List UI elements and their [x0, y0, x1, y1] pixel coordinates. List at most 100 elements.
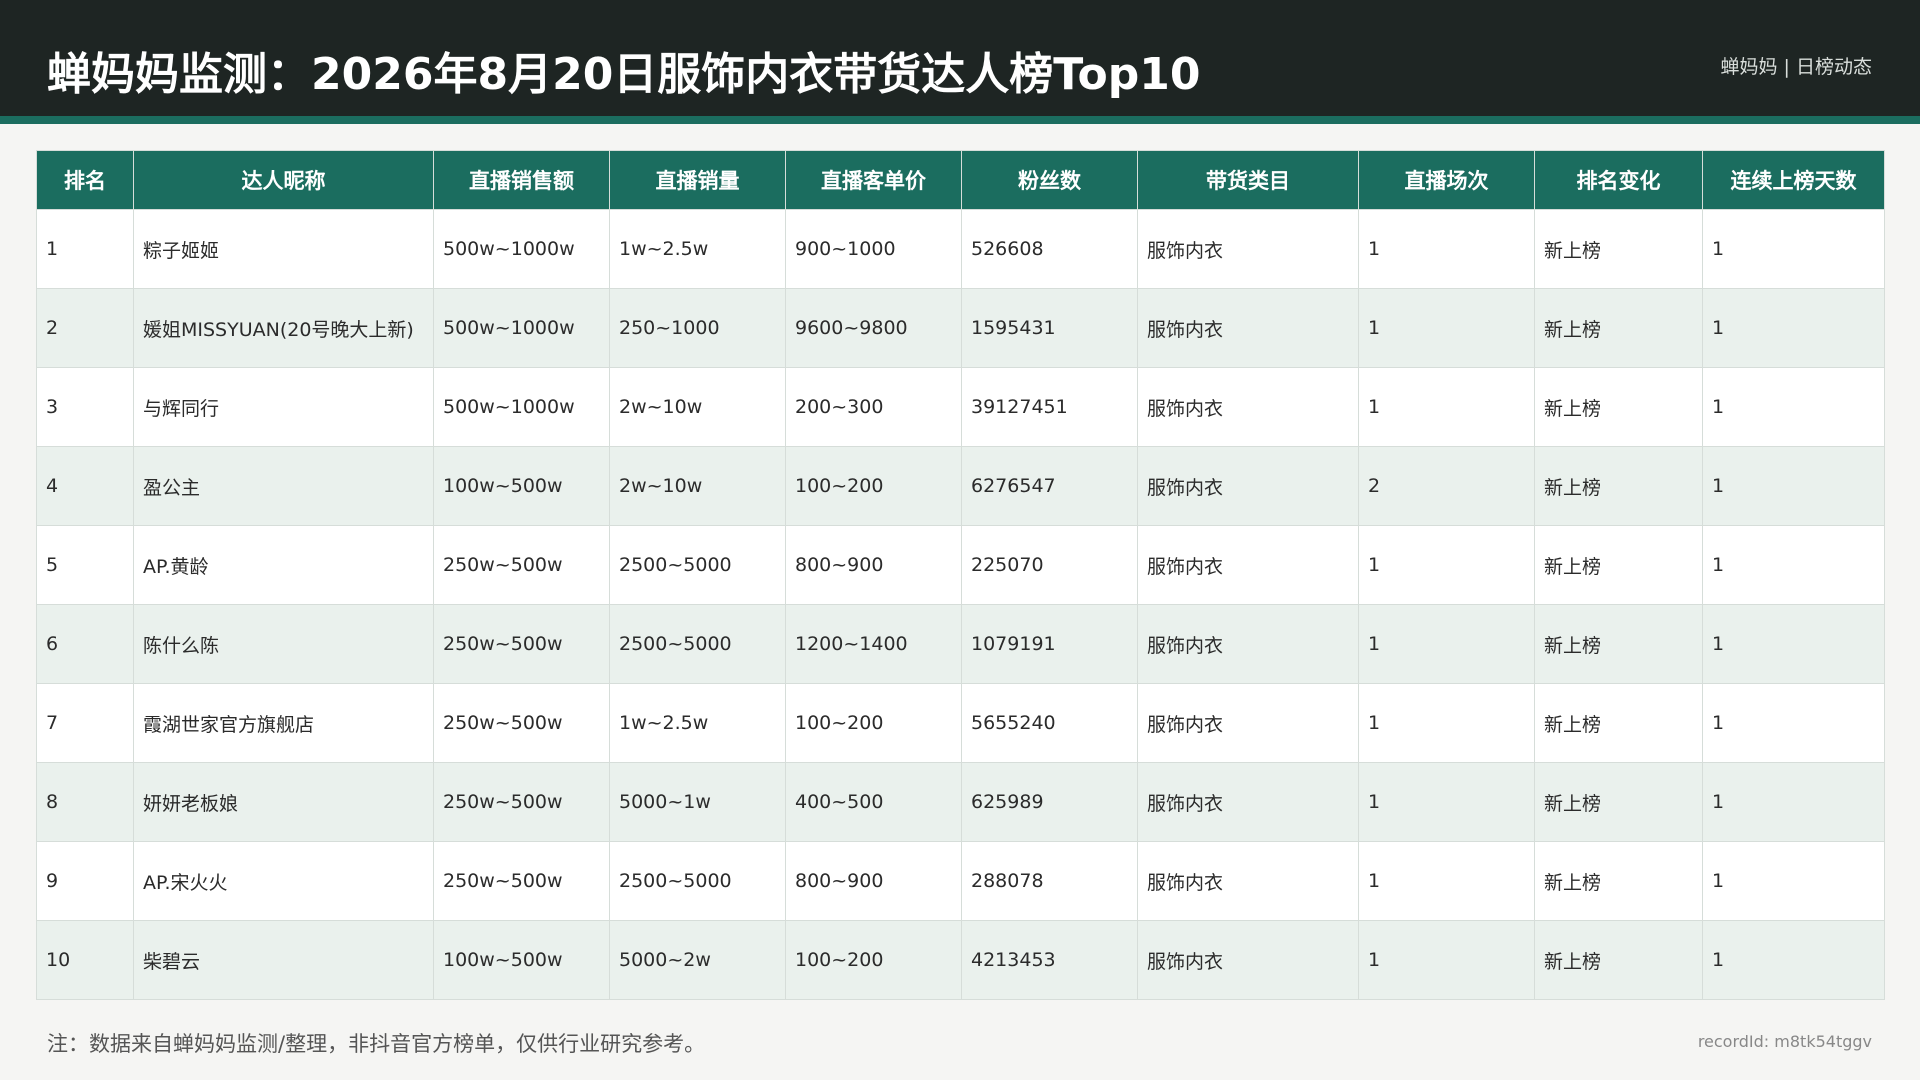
- table-cell: 7: [36, 683, 134, 763]
- table-cell: 3: [36, 367, 134, 447]
- column-header: 达人昵称: [133, 150, 434, 210]
- table-cell: 1: [1358, 920, 1535, 1000]
- column-header: 直播销售额: [433, 150, 610, 210]
- column-header: 带货类目: [1137, 150, 1359, 210]
- table-cell: 5000~2w: [609, 920, 786, 1000]
- table-cell: 新上榜: [1534, 525, 1703, 605]
- table-header-row: 排名 达人昵称 直播销售额 直播销量 直播客单价 粉丝数 带货类目 直播场次 排名变化 连续上榜天…: [36, 150, 1885, 210]
- table-cell: 新上榜: [1534, 762, 1703, 842]
- table-row: 1 粽子姬姬 500w~1000w 1w~2.5w 900~1000 526608 服饰内衣…: [36, 209, 1885, 289]
- table-cell: 新上榜: [1534, 367, 1703, 447]
- table-cell: 288078: [961, 841, 1138, 921]
- table-cell: 1: [1358, 288, 1535, 368]
- table-cell: 8: [36, 762, 134, 842]
- table-cell: 盈公主: [133, 446, 434, 526]
- table-cell: 5000~1w: [609, 762, 786, 842]
- table-cell: 100w~500w: [433, 446, 610, 526]
- brand-label: 蝉妈妈 | 日榜动态: [1720, 56, 1872, 78]
- table-row: 10 柴碧云 100w~500w 5000~2w 100~200 4213453 服饰内衣 1…: [36, 920, 1885, 1000]
- table-cell: 服饰内衣: [1137, 446, 1359, 526]
- table-cell: 1: [1702, 209, 1885, 289]
- table-cell: 1: [1702, 604, 1885, 684]
- table-cell: 新上榜: [1534, 209, 1703, 289]
- table-cell: 100w~500w: [433, 920, 610, 1000]
- column-header: 连续上榜天数: [1702, 150, 1885, 210]
- table-cell: 1: [1358, 209, 1535, 289]
- table-cell: 9: [36, 841, 134, 921]
- column-header: 直播销量: [609, 150, 786, 210]
- table-cell: 1w~2.5w: [609, 683, 786, 763]
- table-cell: 1: [1358, 367, 1535, 447]
- table-cell: 服饰内衣: [1137, 841, 1359, 921]
- column-header: 粉丝数: [961, 150, 1138, 210]
- table-cell: 服饰内衣: [1137, 209, 1359, 289]
- table-cell: 500w~1000w: [433, 209, 610, 289]
- column-header: 排名变化: [1534, 150, 1703, 210]
- table-cell: 2500~5000: [609, 525, 786, 605]
- table-cell: 5: [36, 525, 134, 605]
- ranking-table: 排名 达人昵称 直播销售额 直播销量 直播客单价 粉丝数 带货类目 直播场次 排名变化 连续上榜天…: [36, 150, 1885, 1000]
- table-cell: 5655240: [961, 683, 1138, 763]
- table-cell: 1: [1702, 762, 1885, 842]
- table-cell: 250~1000: [609, 288, 786, 368]
- table-cell: 800~900: [785, 525, 962, 605]
- table-cell: 800~900: [785, 841, 962, 921]
- table-cell: AP.宋火火: [133, 841, 434, 921]
- table-cell: 225070: [961, 525, 1138, 605]
- table-cell: 新上榜: [1534, 920, 1703, 1000]
- table-cell: 1: [1702, 683, 1885, 763]
- table-cell: 2500~5000: [609, 604, 786, 684]
- column-header: 直播场次: [1358, 150, 1535, 210]
- table-cell: 526608: [961, 209, 1138, 289]
- table-cell: 500w~1000w: [433, 288, 610, 368]
- record-id: recordId: m8tk54tggv: [1697, 1032, 1872, 1051]
- table-cell: 柴碧云: [133, 920, 434, 1000]
- table-cell: 新上榜: [1534, 841, 1703, 921]
- table-cell: 100~200: [785, 683, 962, 763]
- table-cell: 625989: [961, 762, 1138, 842]
- table-row: 9 AP.宋火火 250w~500w 2500~5000 800~900 288078 服饰…: [36, 841, 1885, 921]
- table-cell: 1: [1702, 525, 1885, 605]
- table-cell: 1: [1702, 288, 1885, 368]
- table-row: 4 盈公主 100w~500w 2w~10w 100~200 6276547 服饰内衣 2 新上…: [36, 446, 1885, 526]
- table-row: 5 AP.黄龄 250w~500w 2500~5000 800~900 225070 服饰内…: [36, 525, 1885, 605]
- table-cell: 1w~2.5w: [609, 209, 786, 289]
- table-cell: 新上榜: [1534, 683, 1703, 763]
- table-cell: 1: [36, 209, 134, 289]
- table-cell: 400~500: [785, 762, 962, 842]
- page-header: 蝉妈妈监测：2026年8月20日服饰内衣带货达人榜Top10 蝉妈妈 | 日榜动…: [0, 0, 1920, 116]
- table-cell: 100~200: [785, 446, 962, 526]
- table-cell: 1: [1702, 446, 1885, 526]
- table-cell: 2: [36, 288, 134, 368]
- table-cell: 服饰内衣: [1137, 288, 1359, 368]
- table-cell: 1079191: [961, 604, 1138, 684]
- table-cell: 1: [1702, 367, 1885, 447]
- table-cell: 服饰内衣: [1137, 920, 1359, 1000]
- table-cell: 服饰内衣: [1137, 604, 1359, 684]
- column-header: 排名: [36, 150, 134, 210]
- table-cell: 新上榜: [1534, 604, 1703, 684]
- table-cell: 39127451: [961, 367, 1138, 447]
- table-cell: 1: [1358, 762, 1535, 842]
- table-cell: 250w~500w: [433, 604, 610, 684]
- table-row: 3 与辉同行 500w~1000w 2w~10w 200~300 39127451 服饰内衣…: [36, 367, 1885, 447]
- column-header: 直播客单价: [785, 150, 962, 210]
- table-cell: 4213453: [961, 920, 1138, 1000]
- table-cell: 新上榜: [1534, 446, 1703, 526]
- table-cell: 与辉同行: [133, 367, 434, 447]
- table-cell: 10: [36, 920, 134, 1000]
- table-cell: 250w~500w: [433, 841, 610, 921]
- table-cell: 1: [1358, 525, 1535, 605]
- table-cell: 6: [36, 604, 134, 684]
- table-row: 6 陈什么陈 250w~500w 2500~5000 1200~1400 1079191 服…: [36, 604, 1885, 684]
- table-cell: 500w~1000w: [433, 367, 610, 447]
- table-cell: 粽子姬姬: [133, 209, 434, 289]
- footnote: 注：数据来自蝉妈妈监测/整理，非抖音官方榜单，仅供行业研究参考。: [47, 1032, 706, 1056]
- table-row: 2 媛姐MISSYUAN(20号晚大上新) 500w~1000w 250~1000 96…: [36, 288, 1885, 368]
- table-cell: 霞湖世家官方旗舰店: [133, 683, 434, 763]
- table-cell: 250w~500w: [433, 762, 610, 842]
- table-cell: 1: [1358, 683, 1535, 763]
- table-cell: 服饰内衣: [1137, 683, 1359, 763]
- table-cell: 250w~500w: [433, 525, 610, 605]
- table-cell: 2500~5000: [609, 841, 786, 921]
